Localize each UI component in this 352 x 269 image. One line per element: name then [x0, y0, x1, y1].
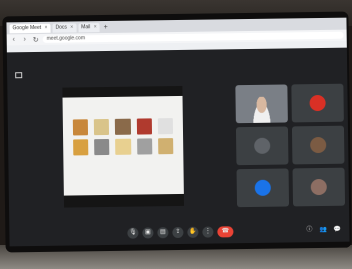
control-buttons: 🎙 ▣ ▤ ⇪ ✋ ⋮ ☎ — [127, 226, 234, 239]
meeting-window: 🎙 ▣ ▤ ⇪ ✋ ⋮ ☎ ⓘ 👥 💬 — [6, 47, 350, 247]
browser-tab-label: Mail — [81, 23, 91, 30]
browser-tab-3[interactable]: Mail × — [78, 22, 100, 32]
slide-image — [115, 118, 131, 135]
browser-tab-label: Google Meet — [12, 24, 42, 31]
slide-image — [157, 138, 174, 155]
more-icon[interactable]: ⋮ — [202, 226, 214, 238]
participant-video — [250, 96, 273, 123]
slide-image — [94, 138, 110, 156]
raise-hand-icon[interactable]: ✋ — [187, 226, 199, 238]
slide-image — [72, 119, 89, 136]
info-icon[interactable]: ⓘ — [305, 226, 313, 234]
close-icon[interactable]: × — [70, 24, 73, 30]
side-panel-buttons: ⓘ 👥 💬 — [305, 226, 341, 235]
browser-tab-2[interactable]: Docs × — [52, 22, 77, 33]
avatar — [309, 94, 326, 112]
participant-tile[interactable] — [291, 83, 344, 123]
participant-tile[interactable] — [235, 126, 289, 166]
forward-arrow-icon[interactable]: › — [21, 36, 29, 43]
browser-tab-label: Docs — [55, 24, 67, 31]
participant-tile[interactable] — [292, 167, 346, 207]
slide-image — [157, 118, 174, 135]
participant-tile[interactable] — [236, 168, 290, 208]
camera-icon[interactable]: ▣ — [142, 227, 154, 239]
slide-image — [136, 118, 152, 135]
new-tab-button[interactable]: + — [104, 23, 108, 30]
close-icon[interactable]: × — [45, 24, 48, 30]
present-icon[interactable]: ⇪ — [172, 226, 184, 239]
participant-tile[interactable] — [291, 125, 345, 165]
browser-tab-1[interactable]: Google Meet × — [9, 23, 51, 33]
slide-image — [115, 138, 131, 155]
shared-screen[interactable] — [62, 85, 185, 208]
chat-icon[interactable]: 💬 — [333, 226, 342, 234]
avatar — [254, 137, 271, 154]
mic-icon[interactable]: 🎙 — [127, 227, 139, 239]
presentation-slide — [62, 95, 184, 196]
end-call-button[interactable]: ☎ — [217, 226, 234, 238]
avatar — [254, 179, 271, 196]
participant-tile[interactable] — [235, 84, 288, 124]
reload-icon[interactable]: ↻ — [32, 35, 40, 43]
avatar — [310, 178, 327, 196]
avatar — [310, 136, 327, 154]
monitor-screen: Google Meet × Docs × Mail × + ‹ › ↻ meet… — [6, 17, 350, 247]
slide-image-grid — [72, 118, 174, 156]
people-icon[interactable]: 👥 — [319, 226, 328, 234]
slide-image — [136, 138, 153, 155]
close-icon[interactable]: × — [94, 24, 97, 30]
captions-icon[interactable]: ▤ — [157, 227, 169, 239]
slide-title — [63, 108, 183, 110]
slide-image — [73, 139, 89, 156]
slide-image — [94, 118, 110, 136]
back-arrow-icon[interactable]: ‹ — [10, 36, 18, 43]
presenting-banner — [15, 72, 25, 79]
present-icon — [15, 72, 23, 79]
